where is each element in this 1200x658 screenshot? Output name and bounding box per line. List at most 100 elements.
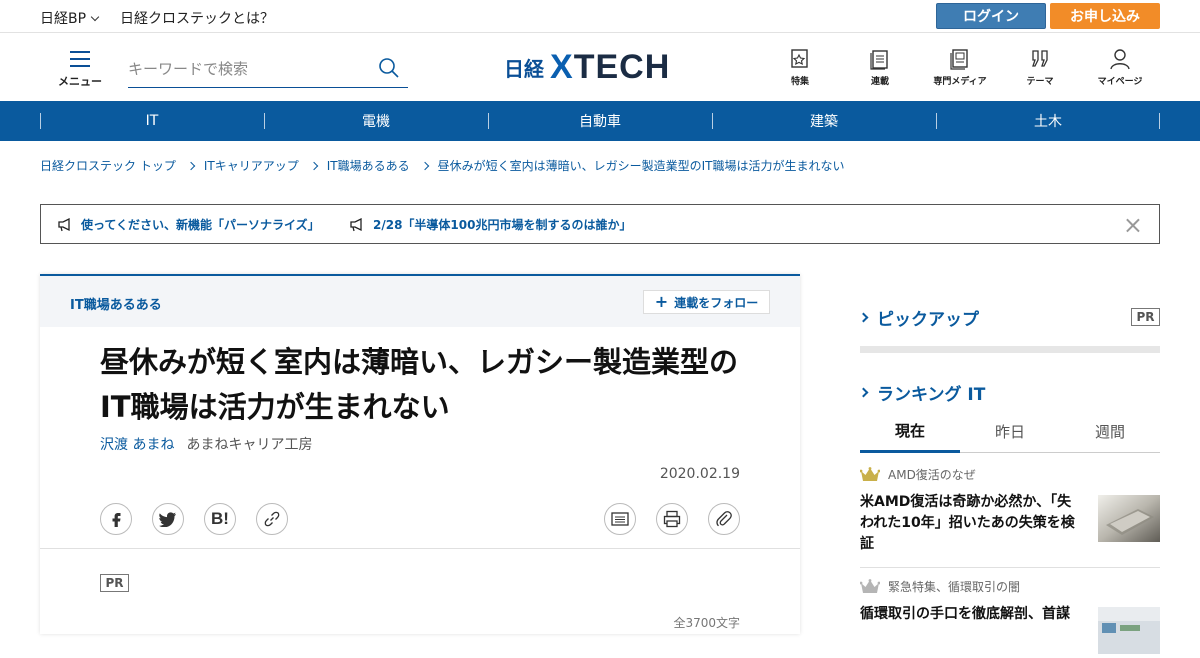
breadcrumb-current: 昼休みが短く室内は薄暗い、レガシー製造業型のIT職場は活力が生まれない: [437, 159, 845, 173]
menu-button[interactable]: メニュー: [58, 51, 102, 89]
chevron-down-icon: [90, 12, 100, 21]
word-count: 全3700文字: [673, 616, 740, 630]
nav-series-label: 連載: [870, 77, 889, 87]
category-automotive[interactable]: 自動車: [488, 101, 712, 141]
clip-button[interactable]: [708, 503, 740, 535]
notice-text: 2/28「半導体100兆円市場を制するのは誰か」: [373, 218, 632, 232]
ranking-headline: 循環取引の手口を徹底解剖、首謀: [860, 606, 1070, 622]
publish-date: 2020.02.19: [659, 466, 740, 482]
ranking-item[interactable]: 緊急特集、循環取引の闇 循環取引の手口を徹底解剖、首謀: [860, 578, 1160, 654]
category-it[interactable]: IT: [40, 101, 264, 141]
site-logo[interactable]: 日経 XTECH: [504, 47, 671, 86]
ranking-body: 米AMD復活は奇跡か必然か、「失われた10年」招いたあの失策を検証: [860, 492, 1160, 555]
copy-link-button[interactable]: [256, 503, 288, 535]
summary-button[interactable]: [604, 503, 636, 535]
series-link[interactable]: IT職場あるある: [70, 294, 162, 313]
author-link[interactable]: 沢渡 あまね: [100, 434, 174, 454]
breadcrumb-top[interactable]: 日経クロステック トップ: [40, 157, 176, 174]
facebook-share-button[interactable]: [100, 503, 132, 535]
theme-icon: [1032, 50, 1048, 67]
divider: [40, 548, 800, 549]
nav-feature-label: 特集: [790, 77, 809, 87]
search-box: [128, 53, 408, 88]
nav-series[interactable]: 連載: [840, 48, 920, 87]
chevron-right-icon: [420, 161, 429, 170]
megaphone-icon: [350, 217, 362, 231]
category-nav: IT 電機 自動車 建築 土木: [0, 101, 1200, 141]
nav-media[interactable]: 専門メディア: [920, 48, 1000, 87]
series-icon: [870, 50, 888, 70]
nav-divider: [1159, 113, 1160, 129]
apply-button[interactable]: お申し込み: [1050, 3, 1160, 29]
print-button[interactable]: [656, 503, 688, 535]
close-icon[interactable]: ×: [1123, 211, 1143, 239]
ranking-kicker-text: AMD復活のなぜ: [888, 468, 976, 482]
divider: [860, 567, 1160, 568]
nav-feature[interactable]: 特集: [760, 48, 840, 87]
tab-now[interactable]: 現在: [860, 410, 960, 453]
notice-text: 使ってください、新機能「パーソナライズ」: [81, 218, 320, 232]
pickup-heading: ピックアップ: [858, 305, 979, 330]
breadcrumb: 日経クロステック トップ ITキャリアアップ IT職場あるある 昼休みが短く室内…: [40, 157, 844, 174]
nav-media-label: 専門メディア: [933, 77, 987, 87]
pickup-placeholder: [860, 346, 1160, 353]
hatena-icon: B!: [211, 509, 229, 528]
pr-label: PR: [100, 574, 129, 592]
notice-banner: 使ってください、新機能「パーソナライズ」 2/28「半導体100兆円市場を制する…: [40, 204, 1160, 244]
logo-wordmark: XTECH: [550, 47, 671, 86]
nav-theme[interactable]: テーマ: [1000, 48, 1080, 87]
ranking-body: 循環取引の手口を徹底解剖、首謀: [860, 604, 1160, 654]
breadcrumb-career[interactable]: ITキャリアアップ: [204, 157, 299, 174]
login-button[interactable]: ログイン: [936, 3, 1046, 29]
search-input[interactable]: [128, 53, 368, 83]
ranking-headline: 米AMD復活は奇跡か必然か、「失われた10年」招いたあの失策を検証: [860, 494, 1075, 552]
follow-label: 連載をフォロー: [674, 295, 759, 310]
byline: 沢渡 あまね あまねキャリア工房: [100, 434, 312, 454]
category-electrical[interactable]: 電機: [264, 101, 488, 141]
ranking-kicker-text: 緊急特集、循環取引の闇: [888, 580, 1021, 594]
ranking-kicker: AMD復活のなぜ: [860, 466, 1160, 483]
article-card: IT職場あるある + 連載をフォロー 昼休みが短く室内は薄暗い、レガシー製造業型…: [40, 274, 800, 634]
gold-crown-icon: [860, 466, 880, 481]
silver-crown-icon: [860, 578, 880, 593]
chevron-right-icon: [858, 312, 869, 323]
nav-mypage[interactable]: マイページ: [1080, 48, 1160, 87]
chevron-right-icon: [858, 387, 869, 398]
tab-weekly[interactable]: 週間: [1060, 410, 1160, 453]
search-icon[interactable]: [378, 57, 400, 83]
twitter-share-button[interactable]: [152, 503, 184, 535]
menu-label: メニュー: [58, 75, 102, 88]
chevron-right-icon: [309, 161, 318, 170]
utility-bar: 日経BP 日経クロステックとは？ ログイン お申し込み: [0, 0, 1200, 33]
notice-link-semiconductor[interactable]: 2/28「半導体100兆円市場を制するのは誰か」: [349, 216, 631, 233]
article-title: 昼休みが短く室内は薄暗い、レガシー製造業型のIT職場は活力が生まれない: [100, 345, 739, 424]
nikkei-bp-menu[interactable]: 日経BP: [40, 8, 100, 28]
twitter-icon: [159, 511, 176, 527]
ranking-thumbnail: [1098, 607, 1160, 654]
category-architecture[interactable]: 建築: [712, 101, 936, 141]
user-icon: [1110, 49, 1130, 70]
paperclip-icon: [716, 511, 732, 527]
about-link[interactable]: 日経クロステックとは？: [120, 8, 274, 28]
hatena-bookmark-button[interactable]: B!: [204, 503, 236, 535]
tab-yesterday[interactable]: 昨日: [960, 410, 1060, 453]
document-icon: [611, 512, 629, 526]
follow-series-button[interactable]: + 連載をフォロー: [643, 290, 770, 314]
ranking-title: ランキング IT: [877, 385, 986, 405]
nikkei-bp-label: 日経BP: [40, 11, 87, 27]
utility-links: 日経BP 日経クロステックとは？: [40, 8, 274, 28]
site-header: メニュー 日経 XTECH 特集 連載 専門メディア テーマ マイページ: [0, 33, 1200, 101]
nav-theme-label: テーマ: [1026, 77, 1054, 87]
facebook-icon: [112, 513, 121, 527]
notice-link-personalize[interactable]: 使ってください、新機能「パーソナライズ」: [57, 216, 320, 233]
ranking-item[interactable]: AMD復活のなぜ 米AMD復活は奇跡か必然か、「失われた10年」招いたあの失策を…: [860, 466, 1160, 555]
plus-icon: +: [654, 291, 669, 311]
ranking-tabs: 現在 昨日 週間: [860, 410, 1160, 453]
feature-icon: [791, 49, 808, 68]
ranking-thumbnail: [1098, 495, 1160, 542]
breadcrumb-series[interactable]: IT職場あるある: [327, 157, 410, 174]
category-civil[interactable]: 土木: [936, 101, 1160, 141]
pickup-pr-label: PR: [1131, 308, 1160, 326]
author-org: あまねキャリア工房: [186, 437, 313, 453]
article-header: IT職場あるある + 連載をフォロー: [40, 276, 800, 327]
